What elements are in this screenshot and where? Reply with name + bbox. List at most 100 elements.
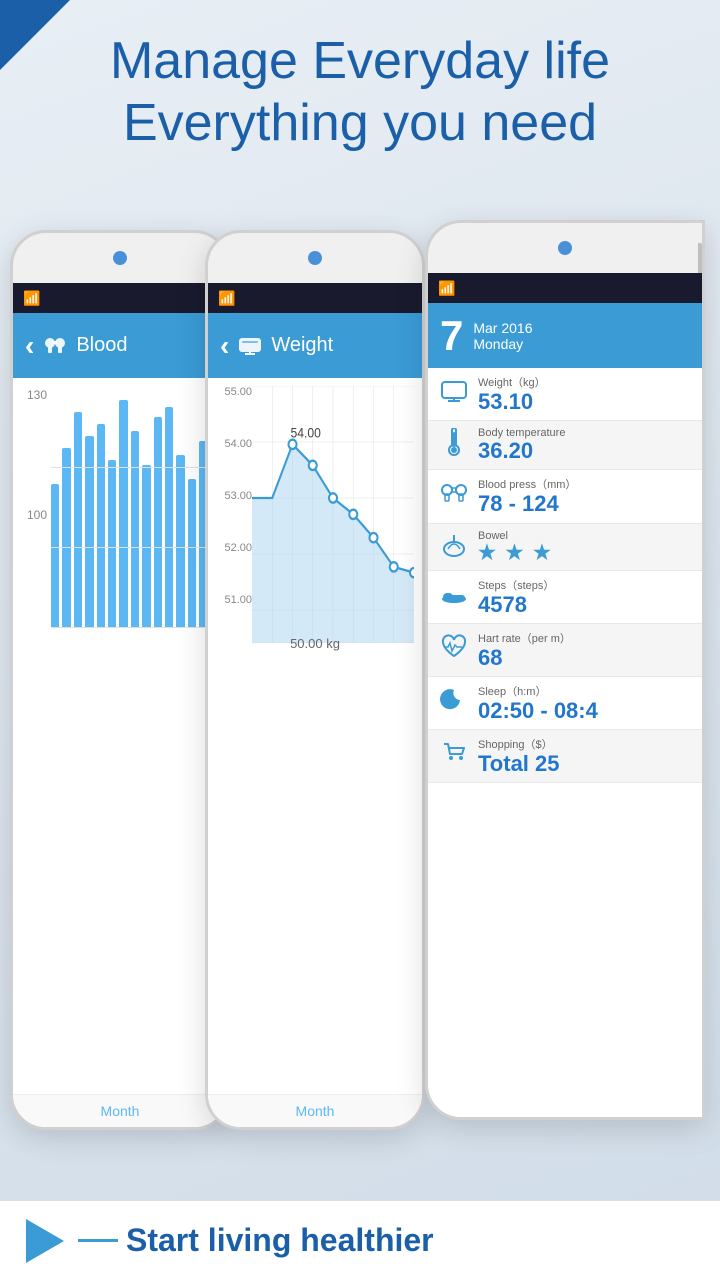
bp-bar [142,465,150,628]
bp-bar [51,484,59,628]
status-bar-3: 📶 [428,273,702,303]
wifi-icon-3: 📶 [438,280,455,297]
cta-text: Start living healthier [126,1222,720,1259]
chart-area-2: 55.00 54.00 53.00 52.00 51.00 [208,378,422,1127]
weight-value: 53.10 [478,389,533,414]
bp-bar [74,412,82,628]
sleep-value: 02:50 - 08:4 [478,698,598,723]
bowel-stars: ★ ★ ★ [478,542,553,564]
phone-weight: 📶 ‹ Weight 55.00 54.00 53.00 [205,230,425,1130]
date-number: 7 [440,312,463,360]
bottom-cta-bar: Start living healthier [0,1200,720,1280]
back-button-1[interactable]: ‹ [25,330,34,362]
bp-value: 78 - 124 [478,491,559,516]
health-item-steps: Steps（steps） 4578 [428,571,702,624]
status-bar-1: 📶 [13,283,227,313]
bp-bar [154,417,162,628]
month-label-1: Month [101,1103,140,1119]
screen-title-1: Blood [76,334,127,357]
date-header: 7 Mar 2016 Monday [428,303,702,368]
month-label-2: Month [296,1103,335,1119]
y-55: 55.00 [216,386,252,398]
date-info: Mar 2016 Monday [473,320,532,352]
phones-container: 📶 ‹ Blood 130 [0,200,720,1180]
app-header-bar-1: ‹ Blood [13,313,227,378]
y-label-130: 130 [21,388,47,402]
bp-bar [188,479,196,628]
date-day: Monday [473,336,532,352]
bowel-label: Bowel [478,530,692,542]
back-button-2[interactable]: ‹ [220,330,229,362]
play-button[interactable] [20,1216,70,1266]
phone-screen-2: 📶 ‹ Weight 55.00 54.00 53.00 [208,283,422,1127]
phone-screen-1: 📶 ‹ Blood 130 [13,283,227,1127]
bp-bar [165,407,173,628]
app-header-bar-2: ‹ Weight [208,313,422,378]
health-items-list: Weight（kg） 53.10 Body temperature 36.20 [428,368,702,783]
health-item-sleep: Sleep（h:m） 02:50 - 08:4 [428,677,702,730]
screen-title-2: Weight [271,334,333,357]
headline-line1: Manage Everyday life [110,32,610,90]
health-item-weight: Weight（kg） 53.10 [428,368,702,421]
headline-line2: Everything you need [123,94,597,152]
health-item-bowel: Bowel ★ ★ ★ [428,524,702,571]
steps-details: Steps（steps） 4578 [478,577,692,617]
heartrate-value: 68 [478,645,502,670]
shopping-details: Shopping（$） Total 25 [478,736,692,776]
y-53: 53.00 [216,490,252,502]
y-54: 54.00 [216,438,252,450]
thermometer-icon [438,428,470,462]
health-item-bp: Blood press（mm） 78 - 124 [428,470,702,523]
y-51: 51.00 [216,594,252,606]
health-item-heartrate: Hart rate（per m） 68 [428,624,702,677]
temperature-details: Body temperature 36.20 [478,427,692,463]
status-bar-2: 📶 [208,283,422,313]
phone-daily-summary: 📶 7 Mar 2016 Monday Weight（kg） [425,220,705,1120]
sleep-icon [438,686,470,720]
sleep-label: Sleep（h:m） [478,683,692,699]
health-item-shopping: Shopping（$） Total 25 [428,730,702,783]
bp-bar [131,431,139,628]
bp-bar [62,448,70,628]
play-triangle-icon [26,1219,64,1263]
shopping-icon [438,740,470,772]
shopping-value: Total 25 [478,751,560,776]
weight-icon [438,380,470,408]
scale-icon-2 [237,336,263,356]
bp-bar [119,400,127,628]
weight-details: Weight（kg） 53.10 [478,374,692,414]
weight-svg: 54.00 [252,386,414,666]
month-tab-1[interactable]: Month [13,1094,227,1127]
y-label-100: 100 [21,508,47,522]
chart-footer-2: 50.00 kg [216,636,414,651]
steps-label: Steps（steps） [478,577,692,593]
bowel-icon [438,531,470,563]
month-tab-2[interactable]: Month [208,1094,422,1127]
heartrate-details: Hart rate（per m） 68 [478,630,692,670]
weight-footer-label: 50.00 kg [290,636,340,651]
bp-bar [108,460,116,628]
heart-icon [438,634,470,666]
temperature-value: 36.20 [478,438,533,463]
phone-blood-pressure: 📶 ‹ Blood 130 [10,230,230,1130]
heartrate-label: Hart rate（per m） [478,630,692,646]
bottom-divider-line [78,1239,118,1242]
phone-camera [113,251,127,265]
sleep-details: Sleep（h:m） 02:50 - 08:4 [478,683,692,723]
wifi-icon-1: 📶 [23,290,40,307]
headline: Manage Everyday life Everything you need [20,30,700,155]
health-item-temperature: Body temperature 36.20 [428,421,702,470]
y-52: 52.00 [216,542,252,554]
steps-value: 4578 [478,592,527,617]
app-header-section: Manage Everyday life Everything you need [0,0,720,175]
bp-label: Blood press（mm） [478,476,692,492]
date-month: Mar 2016 [473,320,532,336]
chart-area-1: 130 100 [13,378,227,1127]
phone-camera-2 [308,251,322,265]
bp-icon [438,482,470,510]
steps-icon [438,585,470,609]
svg-text:54.00: 54.00 [290,425,320,441]
blood-icon-1 [42,333,68,359]
bp-bar [176,455,184,628]
bp-bar [85,436,93,628]
